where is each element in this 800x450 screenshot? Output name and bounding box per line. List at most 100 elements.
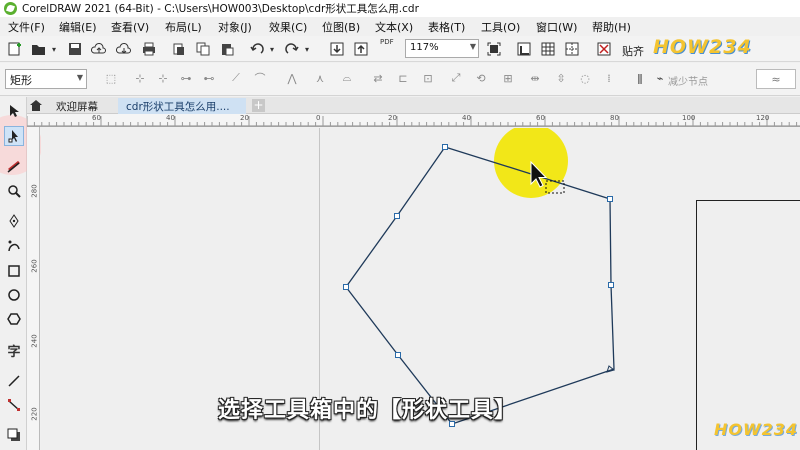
align-nodes-icon[interactable]: ⊞ [500,70,516,86]
menu-edit[interactable]: 编辑(E) [59,19,111,35]
ruler-label: 20 [388,114,397,122]
show-grid-icon[interactable] [539,40,557,58]
snap-off-icon[interactable] [595,40,613,58]
ruler-label: 40 [462,114,471,122]
cut-icon[interactable] [170,40,188,58]
node-tools-icon[interactable]: ǁ [632,70,648,86]
zoom-tool-icon[interactable] [4,181,24,201]
bezier-tool-icon[interactable] [4,236,24,256]
redo-dropdown-icon[interactable]: ▾ [298,40,316,58]
text-tool-icon[interactable]: 字 [4,340,24,360]
symmetric-node-icon[interactable]: ⌓ [339,70,355,86]
save-icon[interactable] [66,40,84,58]
zoom-level-input[interactable]: 117% ▼ [405,39,479,58]
connector-tool-icon[interactable] [4,395,24,415]
ruler-label: 80 [610,114,619,122]
parallel-dimension-tool-icon[interactable] [4,371,24,391]
pdf-publish-icon[interactable]: PDF [380,38,394,46]
menu-table[interactable]: 表格(T) [428,19,481,35]
smoothness-slider[interactable]: ≈ [756,69,796,89]
home-icon[interactable] [29,99,43,112]
import-icon[interactable] [328,40,346,58]
new-document-icon[interactable] [6,40,24,58]
zoom-level-value: 117% [410,42,439,53]
extend-curve-icon[interactable]: ⊏ [395,70,411,86]
title-bar: CorelDRAW 2021 (64-Bit) - C:\Users\HOW00… [0,0,800,17]
menu-window[interactable]: 窗口(W) [536,19,592,35]
shape-type-value: 矩形 [10,74,32,87]
ruler-label: 40 [166,114,175,122]
smooth-node-icon[interactable]: ⋏ [312,70,328,86]
menu-file[interactable]: 文件(F) [8,19,59,35]
extract-subpath-icon[interactable]: ⊡ [420,70,436,86]
ruler-label: 100 [682,114,696,122]
cusp-node-icon[interactable]: ⋀ [284,70,300,86]
ellipse-tool-icon[interactable] [4,285,24,305]
freehand-tool-icon[interactable] [4,211,24,231]
ruler-label: 120 [756,114,770,122]
to-curve-icon[interactable]: ⌒ [252,70,268,86]
select-all-nodes-icon[interactable]: ⁞ [601,70,617,86]
menu-help[interactable]: 帮助(H) [592,19,648,35]
vertical-ruler[interactable]: 280 260 240 220 [27,127,40,450]
ruler-label: 60 [536,114,545,122]
export-icon[interactable] [352,40,370,58]
chevron-down-icon: ▼ [469,42,476,51]
snap-to-label[interactable]: 贴齐 [622,43,644,59]
rotate-nodes-icon[interactable]: ⟲ [473,70,489,86]
paste-icon[interactable] [218,40,236,58]
join-nodes-icon[interactable]: ⊶ [178,70,194,86]
reflect-horizontal-icon[interactable]: ⇹ [527,70,543,86]
curve-smoothness-icon[interactable]: ⌁ [652,70,668,86]
tab-document[interactable]: cdr形状工具怎么用.... [118,98,246,114]
polygon-tool-icon[interactable] [4,309,24,329]
video-subtitle: 选择工具箱中的【形状工具】 [218,398,518,423]
crop-tool-icon[interactable] [4,157,24,177]
menu-bitmaps[interactable]: 位图(B) [322,19,375,35]
menu-text[interactable]: 文本(X) [375,19,428,35]
menu-tools[interactable]: 工具(O) [481,19,536,35]
to-line-icon[interactable]: ⟋ [228,70,244,86]
show-rulers-icon[interactable] [515,40,533,58]
hexagon-shape[interactable] [345,146,615,425]
menu-effects[interactable]: 效果(C) [269,19,322,35]
menu-bar: 文件(F) 编辑(E) 查看(V) 布局(L) 对象(J) 效果(C) 位图(B… [0,17,800,36]
undo-dropdown-icon[interactable]: ▾ [263,40,281,58]
reduce-nodes-button[interactable]: 减少节点 [668,73,708,88]
copy-icon[interactable] [194,40,212,58]
print-icon[interactable] [140,40,158,58]
shape-type-select[interactable]: 矩形 ▼ [5,69,87,89]
ruler-label: 220 [30,407,39,421]
watermark-logo-top: HOW234 [653,36,752,58]
watermark-logo-bottom: HOW234 [714,420,799,439]
node-select-mode-icon[interactable]: ⬚ [103,70,119,86]
reflect-vertical-icon[interactable]: ⇳ [553,70,569,86]
reverse-direction-icon[interactable]: ⇄ [370,70,386,86]
full-screen-icon[interactable] [485,40,503,58]
ruler-label: 240 [30,334,39,348]
ruler-label: 0 [316,114,321,122]
pick-tool-icon[interactable] [4,101,24,121]
menu-view[interactable]: 查看(V) [111,19,165,35]
break-curve-icon[interactable]: ⊷ [201,70,217,86]
horizontal-ruler[interactable]: 60 40 20 0 20 40 60 80 100 120 [27,114,800,127]
ruler-label: 280 [30,184,39,198]
menu-object[interactable]: 对象(J) [218,19,269,35]
window-title: CorelDRAW 2021 (64-Bit) - C:\Users\HOW00… [22,3,419,15]
chevron-down-icon: ▼ [76,73,83,82]
delete-node-icon[interactable]: ⊹ [155,70,171,86]
cloud-upload-icon[interactable] [90,40,108,58]
open-dropdown-icon[interactable]: ▾ [45,40,63,58]
drop-shadow-tool-icon[interactable] [4,425,24,445]
tab-welcome-screen[interactable]: 欢迎屏幕 [48,98,106,114]
add-node-icon[interactable]: ⊹ [132,70,148,86]
shape-tool-icon[interactable] [4,126,24,146]
add-tab-icon[interactable]: + [252,99,265,112]
cloud-download-icon[interactable] [115,40,133,58]
show-guidelines-icon[interactable] [563,40,581,58]
elastic-mode-icon[interactable]: ◌ [577,70,593,86]
menu-layout[interactable]: 布局(L) [165,19,218,35]
ruler-label: 20 [240,114,249,122]
stretch-nodes-icon[interactable]: ⤢ [448,70,464,86]
rectangle-tool-icon[interactable] [4,261,24,281]
